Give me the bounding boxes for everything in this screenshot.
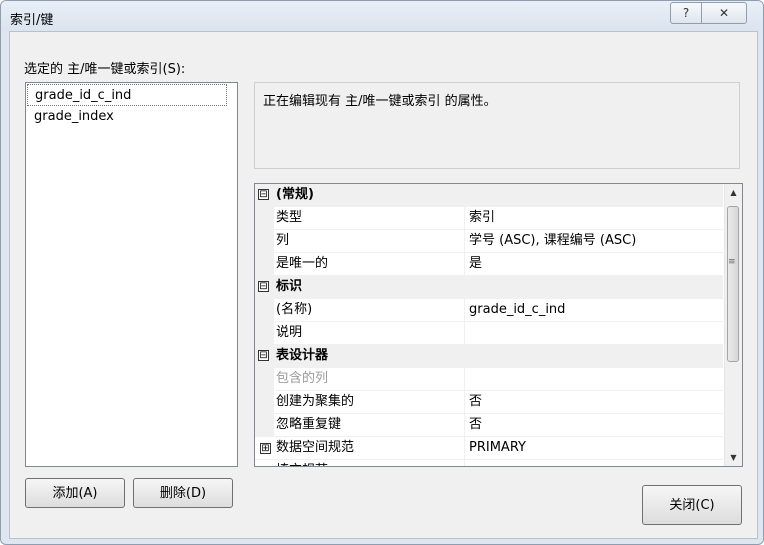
- close-icon[interactable]: ✕: [701, 2, 747, 24]
- property-grid[interactable]: ⊟ (常规) 类型 索引列 学号 (ASC), 课程编号 (ASC) 是唯一的 是 ⊟ 标识 (名…: [254, 183, 743, 467]
- property-row[interactable]: 包含的列: [255, 368, 723, 391]
- property-row[interactable]: 是唯一的 是: [255, 253, 723, 276]
- property-name: 列: [276, 233, 290, 248]
- property-value[interactable]: 学号 (ASC), 课程编号 (ASC): [464, 230, 723, 252]
- row-gutter: [255, 391, 274, 413]
- title-bar: 索引/键 ? ✕: [1, 1, 763, 31]
- property-row[interactable]: 忽略重复键 否: [255, 414, 723, 437]
- help-icon[interactable]: ?: [670, 2, 702, 24]
- property-row[interactable]: ⊞ 数据空间规范 PRIMARY: [255, 437, 723, 460]
- property-name: 类型: [276, 210, 303, 225]
- property-name: (名称): [276, 302, 313, 317]
- delete-button[interactable]: 删除(D): [133, 478, 233, 508]
- property-value[interactable]: [464, 460, 723, 466]
- property-category[interactable]: ⊟ 标识: [255, 276, 723, 299]
- row-gutter: [255, 230, 274, 252]
- expand-icon[interactable]: ⊞: [260, 443, 271, 454]
- property-value[interactable]: grade_id_c_ind: [464, 299, 723, 321]
- index-listbox[interactable]: grade_id_c_ind grade_index: [25, 82, 238, 467]
- property-row[interactable]: 创建为聚集的 否: [255, 391, 723, 414]
- row-gutter: [255, 322, 274, 344]
- selected-index-label: 选定的 主/唯一键或索引(S):: [24, 62, 186, 77]
- property-name: 创建为聚集的: [276, 394, 355, 409]
- property-name: 是唯一的: [276, 256, 329, 271]
- property-row[interactable]: (名称) grade_id_c_ind: [255, 299, 723, 322]
- description-panel: 正在编辑现有 主/唯一键或索引 的属性。: [254, 82, 740, 169]
- category-label: (常规): [276, 187, 314, 202]
- dialog-body: 选定的 主/唯一键或索引(S): grade_id_c_ind grade_in…: [9, 31, 758, 539]
- row-gutter: [255, 253, 274, 275]
- close-button[interactable]: 关闭(C): [642, 485, 742, 525]
- collapse-icon[interactable]: ⊟: [258, 281, 269, 292]
- property-row[interactable]: ⊞ 填充规范: [255, 460, 723, 467]
- category-label: 标识: [276, 279, 303, 294]
- window-title: 索引/键: [10, 13, 54, 28]
- property-name: 忽略重复键: [276, 417, 342, 432]
- index-keys-dialog: 索引/键 ? ✕ 选定的 主/唯一键或索引(S): grade_id_c_ind…: [0, 0, 764, 545]
- property-rows: ⊟ (常规) 类型 索引列 学号 (ASC), 课程编号 (ASC) 是唯一的 是 ⊟ 标识 (名…: [255, 184, 723, 467]
- property-row[interactable]: 列 学号 (ASC), 课程编号 (ASC): [255, 230, 723, 253]
- property-row[interactable]: 说明: [255, 322, 723, 345]
- property-name: 数据空间规范: [276, 440, 355, 455]
- property-value[interactable]: 否: [464, 391, 723, 413]
- scroll-thumb[interactable]: [727, 206, 739, 362]
- property-value[interactable]: [464, 368, 723, 390]
- property-value[interactable]: 否: [464, 414, 723, 436]
- collapse-icon[interactable]: ⊟: [258, 189, 269, 200]
- expand-icon[interactable]: ⊞: [260, 466, 271, 467]
- scroll-grip-icon: ≡: [728, 257, 736, 267]
- list-item-grade-id-c-ind[interactable]: grade_id_c_ind: [27, 84, 227, 106]
- category-label: 表设计器: [276, 348, 329, 363]
- property-value[interactable]: PRIMARY: [464, 437, 723, 459]
- property-value[interactable]: 是: [464, 253, 723, 275]
- property-name: 包含的列: [276, 371, 329, 386]
- property-row[interactable]: 类型 索引: [255, 207, 723, 230]
- property-name: 填充规范: [276, 460, 464, 466]
- property-value[interactable]: [464, 322, 723, 344]
- property-category[interactable]: ⊟ 表设计器: [255, 345, 723, 368]
- scroll-down-icon[interactable]: ▼: [725, 449, 742, 466]
- collapse-icon[interactable]: ⊟: [258, 350, 269, 361]
- row-gutter: [255, 299, 274, 321]
- row-gutter: [255, 368, 274, 390]
- list-item-grade-index[interactable]: grade_index: [27, 106, 234, 128]
- property-grid-scrollbar[interactable]: ▲ ≡ ▼: [724, 184, 742, 466]
- scroll-up-icon[interactable]: ▲: [725, 184, 742, 201]
- property-value[interactable]: 索引: [464, 207, 723, 229]
- row-gutter: [255, 414, 274, 436]
- add-button[interactable]: 添加(A): [25, 478, 125, 508]
- property-category[interactable]: ⊟ (常规): [255, 184, 723, 207]
- property-name: 说明: [276, 325, 303, 340]
- row-gutter: [255, 207, 274, 229]
